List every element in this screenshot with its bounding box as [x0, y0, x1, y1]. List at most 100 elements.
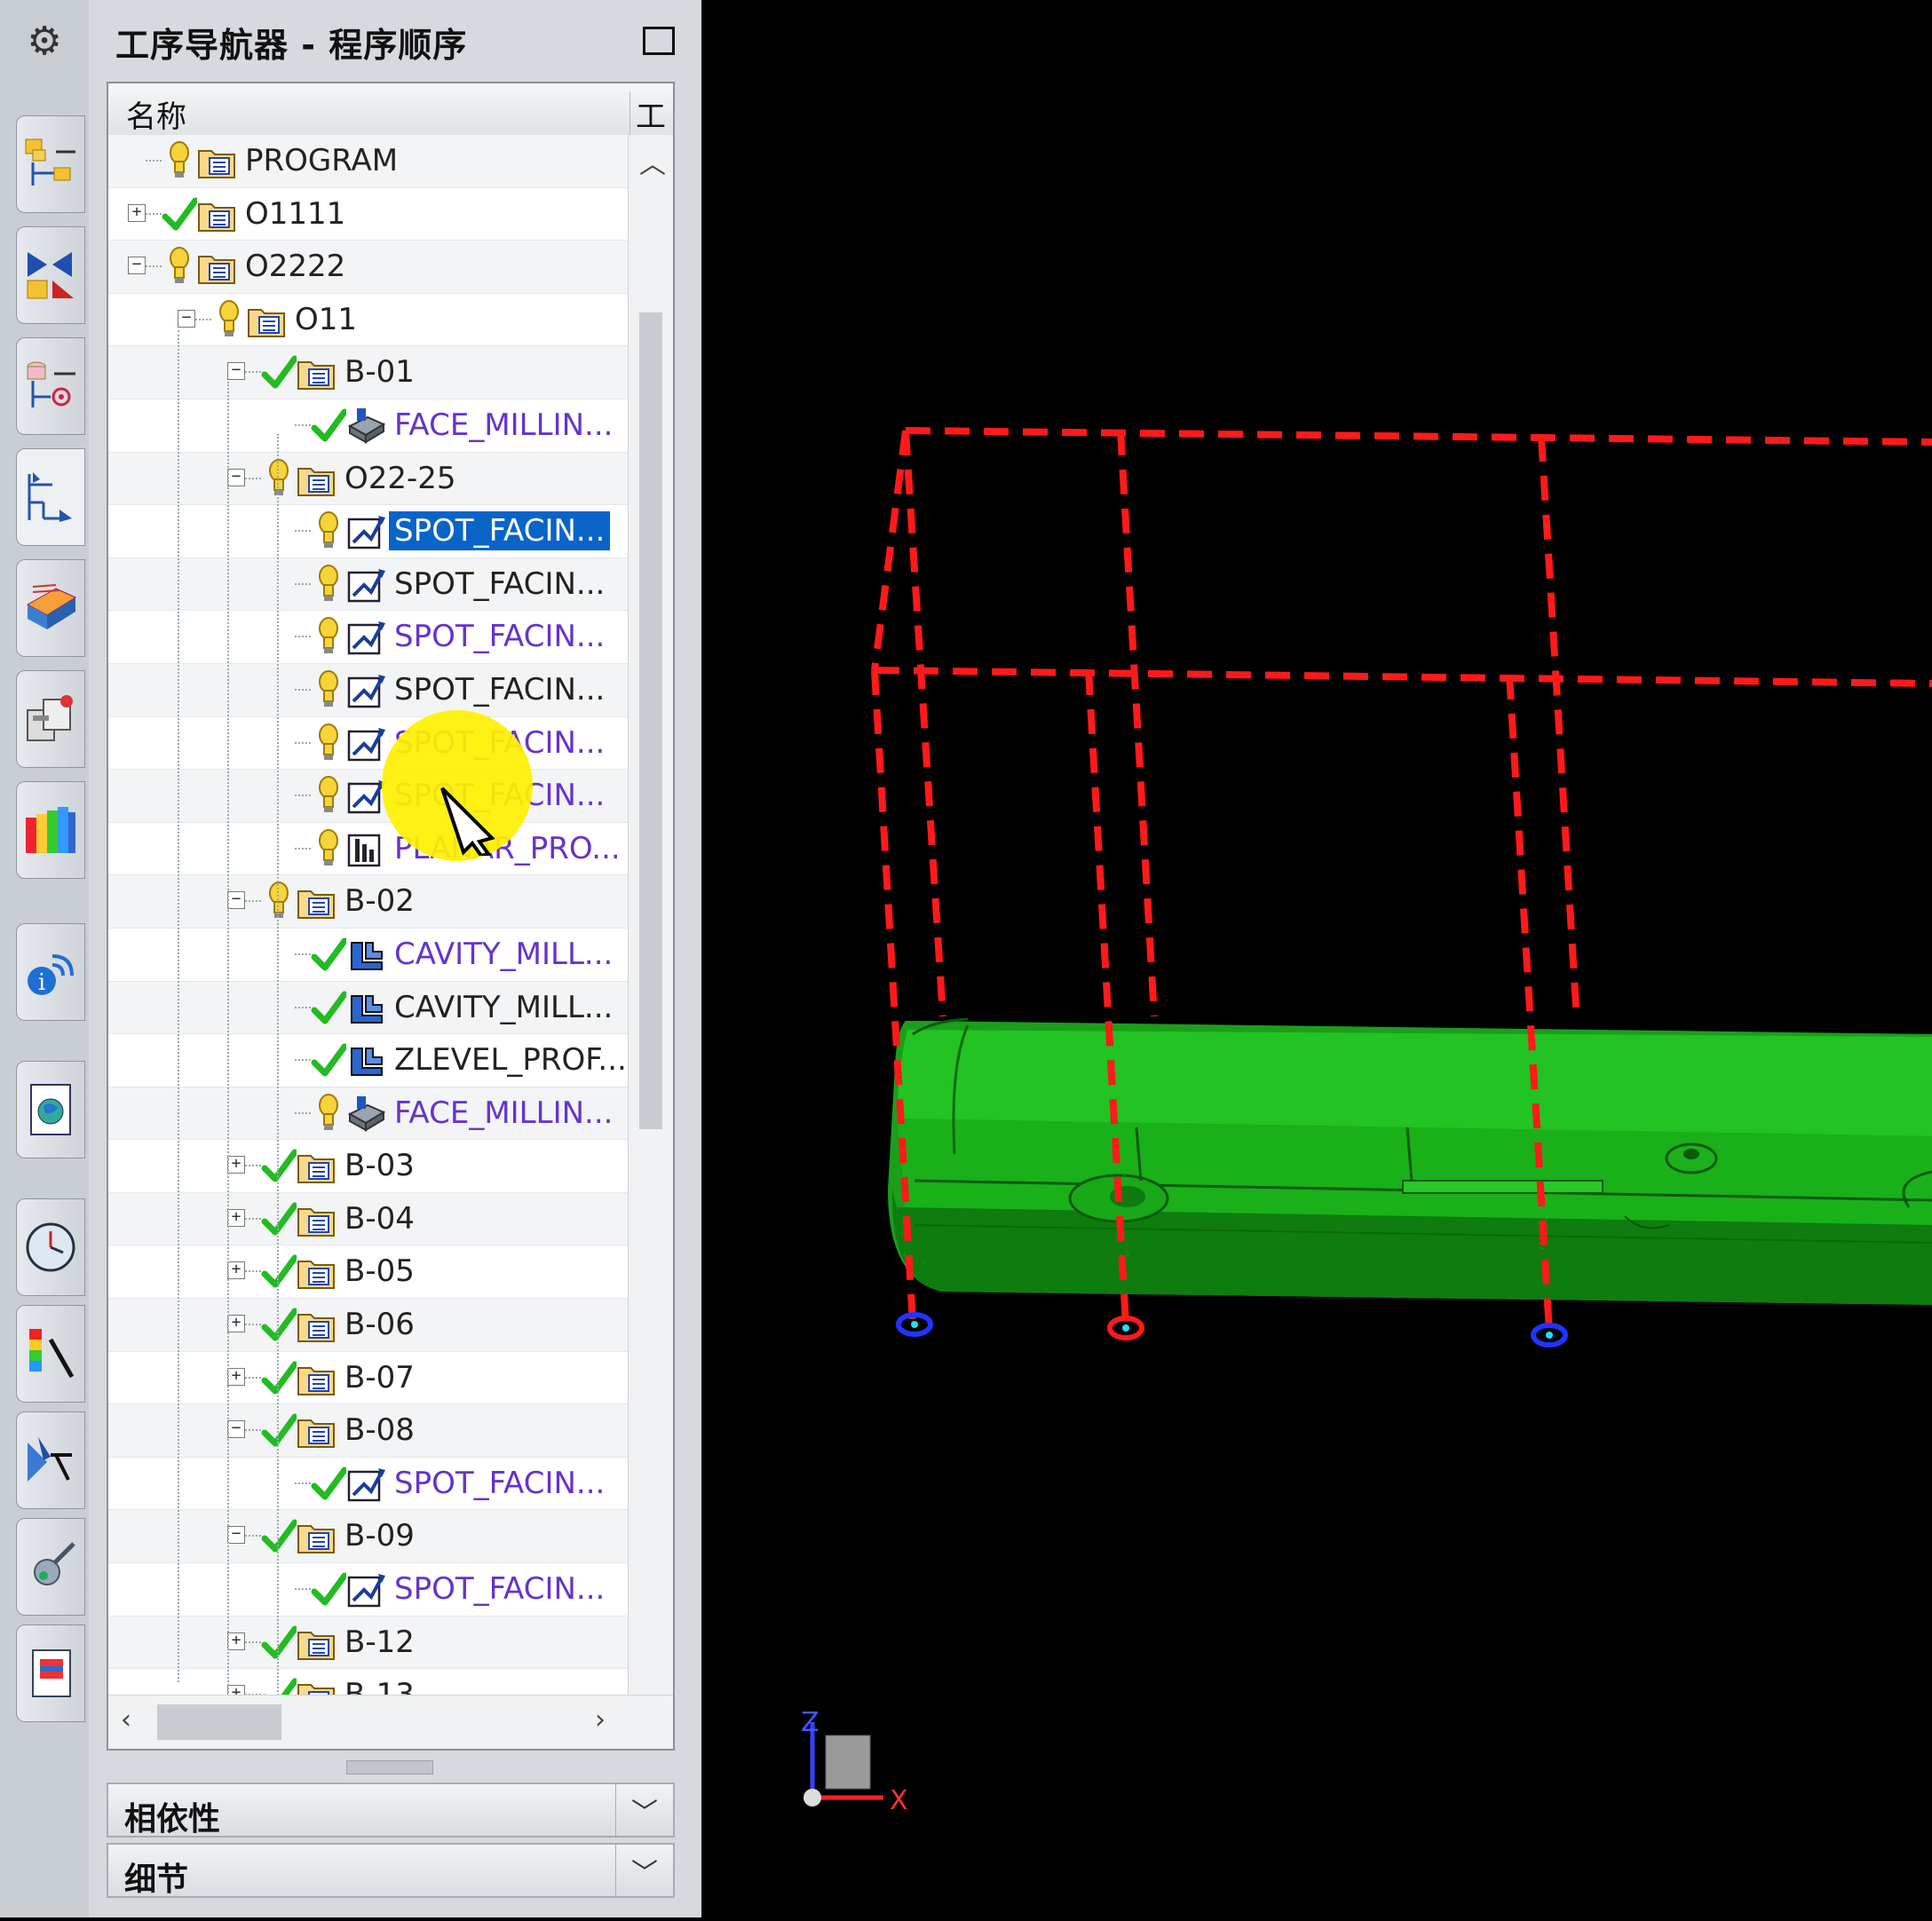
tree-row[interactable]: SPOT_FACIN... — [108, 557, 630, 612]
operation-navigator-icon[interactable] — [16, 448, 85, 546]
tree-row-label[interactable]: CAVITY_MILL... — [389, 988, 618, 1027]
vertical-scroll-thumb[interactable] — [639, 312, 662, 1129]
tree-row[interactable]: − O11 — [108, 294, 630, 347]
tree-row[interactable]: PROGRAM — [108, 135, 630, 188]
collapse-icon[interactable]: − — [227, 1420, 245, 1439]
tree-row-label[interactable]: SPOT_FACIN... — [389, 565, 610, 604]
tree-row[interactable]: SPOT_FACIN... — [108, 663, 630, 717]
web-browser-icon[interactable] — [16, 1198, 85, 1296]
tree-row[interactable]: − B-09 — [108, 1510, 630, 1564]
scroll-right-icon[interactable]: › — [595, 1704, 606, 1735]
tree-row-label[interactable]: CAVITY_MILL... — [389, 935, 618, 974]
maximize-icon[interactable] — [643, 27, 675, 55]
collapse-icon[interactable]: − — [227, 468, 245, 486]
expand-icon[interactable]: + — [227, 1367, 245, 1386]
tree-row-label[interactable]: B-03 — [339, 1146, 420, 1185]
tree-row-label[interactable]: SPOT_FACIN... — [389, 511, 611, 551]
tree-row-label[interactable]: PROGRAM — [240, 141, 403, 180]
tree-row-label[interactable]: SPOT_FACIN... — [389, 1569, 610, 1609]
tree-row[interactable]: + O1111 — [108, 188, 630, 241]
tree-row[interactable]: PLANAR_PRO... — [108, 823, 630, 876]
tree-row-label[interactable]: O2222 — [240, 247, 351, 286]
tree-row[interactable]: − O2222 — [108, 241, 630, 294]
settings-gear-icon[interactable]: ⚙ — [16, 12, 73, 69]
tree-row[interactable]: CAVITY_MILL... — [108, 929, 630, 982]
collapse-icon[interactable]: − — [178, 309, 195, 328]
vertical-scrollbar[interactable]: ︿ ﹀ — [628, 135, 673, 1749]
history-icon[interactable] — [16, 1061, 85, 1158]
tree-row-label[interactable]: O1111 — [240, 194, 351, 233]
tree-row-label[interactable]: B-02 — [339, 881, 420, 921]
tree-row-label[interactable]: B-06 — [339, 1305, 420, 1344]
details-section[interactable]: 细节 ﹀ — [107, 1843, 675, 1898]
reuse-library-icon[interactable] — [16, 670, 85, 768]
operation-tree[interactable]: 名称 工 PROGRAM + O1111 − O2222 − O11 − B-01 FACE_MI… — [107, 82, 675, 1751]
collapse-icon[interactable]: − — [128, 257, 146, 275]
machine-tool-navigator-icon[interactable] — [16, 559, 85, 657]
roles-icon[interactable]: i — [16, 923, 85, 1021]
part-model[interactable] — [888, 1017, 1932, 1305]
scroll-up-icon[interactable]: ︿ — [639, 142, 666, 181]
tree-row-label[interactable]: FACE_MILLIN... — [389, 406, 618, 445]
horizontal-scrollbar[interactable]: ‹ › — [108, 1695, 673, 1749]
scroll-left-icon[interactable]: ‹ — [121, 1704, 131, 1735]
tree-row[interactable]: + B-07 — [108, 1352, 630, 1405]
tree-row[interactable]: + B-04 — [108, 1192, 630, 1246]
system-materials-icon[interactable] — [16, 781, 85, 879]
drill-point-markers[interactable] — [896, 1312, 1568, 1348]
report-icon[interactable] — [16, 1625, 85, 1722]
tree-row[interactable]: SPOT_FACIN... — [108, 611, 630, 664]
horizontal-scroll-thumb[interactable] — [157, 1704, 281, 1740]
tree-row-label[interactable]: ZLEVEL_PROF... — [389, 1040, 632, 1079]
expand-icon[interactable]: + — [227, 1632, 245, 1650]
expand-icon[interactable]: + — [227, 1156, 245, 1174]
constraint-navigator-icon[interactable] — [16, 226, 85, 324]
tree-row[interactable]: SPOT_FACIN... — [108, 505, 630, 558]
tree-row[interactable]: FACE_MILLIN... — [108, 1087, 630, 1141]
tree-row[interactable]: + B-12 — [108, 1616, 630, 1670]
tree-row-label[interactable]: B-12 — [339, 1623, 420, 1662]
tree-row-label[interactable]: B-04 — [339, 1199, 420, 1238]
assembly-navigator-icon[interactable] — [16, 115, 85, 213]
column-tool-header[interactable]: 工 — [629, 92, 666, 136]
tree-row[interactable]: − B-02 — [108, 875, 630, 929]
model-view[interactable]: Z X — [701, 0, 1932, 1917]
tree-row[interactable]: SPOT_FACIN... — [108, 717, 630, 771]
tree-row[interactable]: + B-03 — [108, 1140, 630, 1193]
tree-row-label[interactable]: O22-25 — [339, 459, 462, 498]
hd3d-tools-icon[interactable] — [16, 1518, 85, 1616]
tree-row-label[interactable]: FACE_MILLIN... — [389, 1094, 618, 1133]
tree-row-label[interactable]: O11 — [289, 300, 362, 339]
tree-row-label[interactable]: SPOT_FACIN... — [389, 670, 610, 709]
tree-row[interactable]: + B-06 — [108, 1299, 630, 1352]
tree-row-label[interactable]: B-09 — [339, 1516, 420, 1555]
collapse-icon[interactable]: − — [227, 1526, 245, 1545]
tree-row[interactable]: SPOT_FACIN... — [108, 1563, 630, 1617]
chevron-down-icon[interactable]: ﹀ — [615, 1784, 673, 1836]
tree-row[interactable]: CAVITY_MILL... — [108, 981, 630, 1035]
process-studio-icon[interactable] — [16, 1411, 85, 1509]
tree-row-label[interactable]: B-07 — [339, 1358, 420, 1397]
collapse-icon[interactable]: − — [227, 891, 245, 910]
tree-row-label[interactable]: B-05 — [339, 1252, 420, 1291]
palette-icon[interactable] — [16, 1305, 85, 1403]
tree-row[interactable]: − O22-25 — [108, 452, 630, 506]
expand-icon[interactable]: + — [227, 1208, 245, 1227]
tree-row-label[interactable]: B-08 — [339, 1411, 420, 1450]
expand-icon[interactable]: + — [227, 1315, 245, 1333]
tree-row[interactable]: − B-01 — [108, 346, 630, 399]
tree-row[interactable]: ZLEVEL_PROF... — [108, 1034, 630, 1087]
part-navigator-icon[interactable] — [16, 337, 85, 435]
chevron-down-icon[interactable]: ﹀ — [615, 1845, 673, 1896]
tree-row-label[interactable]: SPOT_FACIN... — [389, 617, 610, 656]
tree-row[interactable]: − B-08 — [108, 1404, 630, 1458]
tree-column-header[interactable]: 名称 工 — [108, 83, 673, 136]
tree-row-label[interactable]: SPOT_FACIN... — [389, 1464, 610, 1503]
expand-icon[interactable]: + — [128, 203, 146, 222]
collapse-icon[interactable]: − — [227, 362, 245, 381]
tree-row-label[interactable]: B-01 — [339, 352, 420, 391]
dependencies-section[interactable]: 相依性 ﹀ — [107, 1783, 675, 1838]
panel-splitter-grip[interactable] — [346, 1760, 433, 1775]
tree-row[interactable]: SPOT_FACIN... — [108, 770, 630, 823]
tree-row[interactable]: + B-05 — [108, 1245, 630, 1300]
